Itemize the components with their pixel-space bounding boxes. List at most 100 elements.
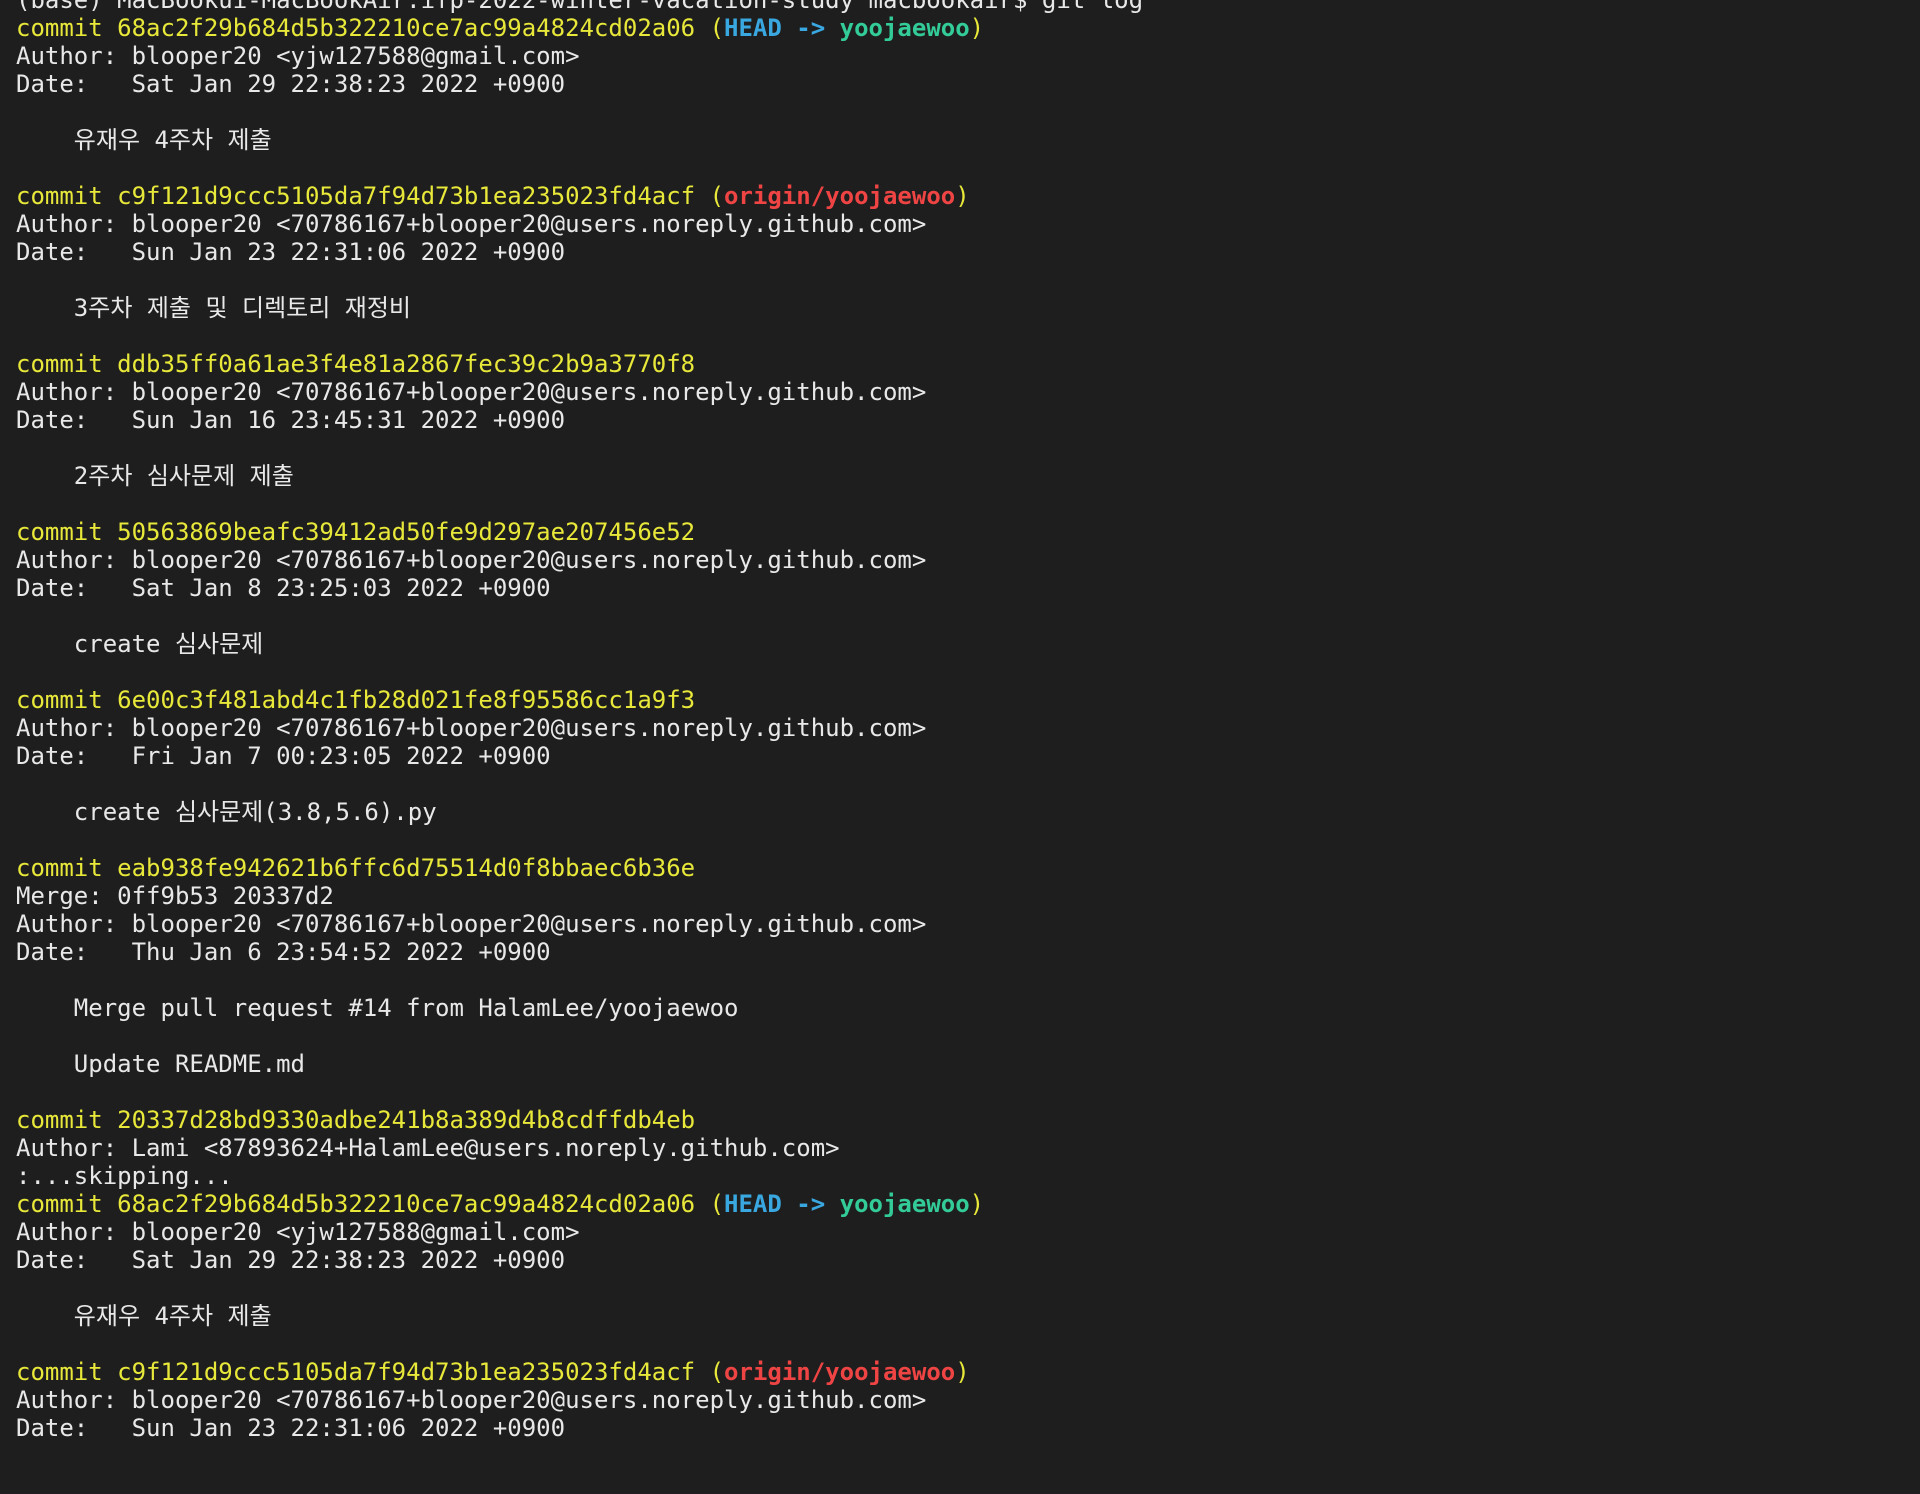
commit-hash: commit 20337d28bd9330adbe241b8a389d4b8cd…: [16, 1106, 696, 1134]
commit-line: commit c9f121d9ccc5105da7f94d73b1ea23502…: [16, 1358, 1912, 1386]
terminal-line: 유재우 4주차 제출: [16, 126, 1912, 154]
terminal-line: 3주차 제출 및 디렉토리 재정비: [16, 294, 1912, 322]
ref-open-paren: (: [695, 182, 725, 210]
line-text: Author: blooper20 <yjw127588@gmail.com>: [16, 42, 580, 70]
terminal-line: :...skipping...: [16, 1162, 1912, 1190]
head-ref: HEAD: [724, 1190, 782, 1218]
line-text: create 심사문제: [16, 630, 264, 658]
head-ref: HEAD: [724, 14, 782, 42]
terminal-line: 유재우 4주차 제출: [16, 1302, 1912, 1330]
line-text: Author: blooper20 <70786167+blooper20@us…: [16, 378, 927, 406]
commit-hash: commit 68ac2f29b684d5b322210ce7ac99a4824…: [16, 14, 696, 42]
terminal-line: Date: Sun Jan 23 22:31:06 2022 +0900: [16, 238, 1912, 266]
line-text: Author: blooper20 <70786167+blooper20@us…: [16, 714, 927, 742]
line-text: Author: blooper20 <70786167+blooper20@us…: [16, 910, 927, 938]
line-text: (base) MacBookui-MacBookAir:ifp-2022-win…: [16, 0, 1144, 14]
terminal-line: Date: Sat Jan 8 23:25:03 2022 +0900: [16, 574, 1912, 602]
terminal-line: 2주차 심사문제 제출: [16, 462, 1912, 490]
line-text: Merge: 0ff9b53 20337d2: [16, 882, 334, 910]
terminal-line: Author: blooper20 <yjw127588@gmail.com>: [16, 1218, 1912, 1246]
commit-hash: commit 68ac2f29b684d5b322210ce7ac99a4824…: [16, 1190, 696, 1218]
line-text: Date: Sun Jan 23 22:31:06 2022 +0900: [16, 238, 566, 266]
local-branch-ref: yoojaewoo: [839, 14, 970, 42]
remote-branch-ref: origin/yoojaewoo: [724, 182, 956, 210]
line-text: Date: Sat Jan 8 23:25:03 2022 +0900: [16, 574, 551, 602]
commit-line: commit eab938fe942621b6ffc6d75514d0f8bba…: [16, 854, 1912, 882]
commit-line: commit ddb35ff0a61ae3f4e81a2867fec39c2b9…: [16, 350, 1912, 378]
ref-open-paren: (: [695, 1358, 725, 1386]
terminal-line: Author: blooper20 <70786167+blooper20@us…: [16, 714, 1912, 742]
terminal-line: Author: blooper20 <70786167+blooper20@us…: [16, 1386, 1912, 1414]
ref-arrow: ->: [781, 1190, 840, 1218]
line-text: 2주차 심사문제 제출: [16, 462, 294, 490]
line-text: Date: Thu Jan 6 23:54:52 2022 +0900: [16, 938, 551, 966]
line-text: 3주차 제출 및 디렉토리 재정비: [16, 294, 412, 322]
terminal-line: Author: blooper20 <70786167+blooper20@us…: [16, 546, 1912, 574]
commit-line: commit 50563869beafc39412ad50fe9d297ae20…: [16, 518, 1912, 546]
terminal-line: create 심사문제: [16, 630, 1912, 658]
line-text: Merge pull request #14 from HalamLee/yoo…: [16, 994, 739, 1022]
commit-line: commit c9f121d9ccc5105da7f94d73b1ea23502…: [16, 182, 1912, 210]
line-text: Author: blooper20 <yjw127588@gmail.com>: [16, 1218, 580, 1246]
terminal-line: Date: Fri Jan 7 00:23:05 2022 +0900: [16, 742, 1912, 770]
commit-hash: commit 50563869beafc39412ad50fe9d297ae20…: [16, 518, 696, 546]
commit-line: commit 68ac2f29b684d5b322210ce7ac99a4824…: [16, 14, 1912, 42]
commit-hash: commit 6e00c3f481abd4c1fb28d021fe8f95586…: [16, 686, 696, 714]
terminal-line: Author: blooper20 <70786167+blooper20@us…: [16, 378, 1912, 406]
terminal-line: Author: blooper20 <yjw127588@gmail.com>: [16, 42, 1912, 70]
terminal-line: Author: blooper20 <70786167+blooper20@us…: [16, 910, 1912, 938]
terminal-line: Merge: 0ff9b53 20337d2: [16, 882, 1912, 910]
commit-line: commit 6e00c3f481abd4c1fb28d021fe8f95586…: [16, 686, 1912, 714]
ref-open-paren: (: [695, 1190, 725, 1218]
terminal-line: Update README.md: [16, 1050, 1912, 1078]
line-text: Author: blooper20 <70786167+blooper20@us…: [16, 210, 927, 238]
terminal-line: Author: blooper20 <70786167+blooper20@us…: [16, 210, 1912, 238]
terminal-line: create 심사문제(3.8,5.6).py: [16, 798, 1912, 826]
terminal-output[interactable]: (base) MacBookui-MacBookAir:ifp-2022-win…: [16, 0, 1912, 1442]
local-branch-ref: yoojaewoo: [839, 1190, 970, 1218]
line-text: Date: Sun Jan 16 23:45:31 2022 +0900: [16, 406, 566, 434]
line-text: 유재우 4주차 제출: [16, 1302, 272, 1330]
commit-line: commit 68ac2f29b684d5b322210ce7ac99a4824…: [16, 1190, 1912, 1218]
ref-close-paren: ): [969, 14, 985, 42]
terminal-line: Date: Sun Jan 23 22:31:06 2022 +0900: [16, 1414, 1912, 1442]
ref-close-paren: ): [955, 182, 970, 210]
line-text: create 심사문제(3.8,5.6).py: [16, 798, 437, 826]
line-text: Update README.md: [16, 1050, 305, 1078]
commit-hash: commit c9f121d9ccc5105da7f94d73b1ea23502…: [16, 1358, 696, 1386]
ref-open-paren: (: [695, 14, 725, 42]
commit-hash: commit c9f121d9ccc5105da7f94d73b1ea23502…: [16, 182, 696, 210]
line-text: Author: Lami <87893624+HalamLee@users.no…: [16, 1134, 840, 1162]
line-text: Date: Sat Jan 29 22:38:23 2022 +0900: [16, 1246, 566, 1274]
terminal-line: Date: Sat Jan 29 22:38:23 2022 +0900: [16, 70, 1912, 98]
line-text: Date: Sun Jan 23 22:31:06 2022 +0900: [16, 1414, 566, 1442]
commit-line: commit 20337d28bd9330adbe241b8a389d4b8cd…: [16, 1106, 1912, 1134]
line-text: Author: blooper20 <70786167+blooper20@us…: [16, 546, 927, 574]
line-text: Author: blooper20 <70786167+blooper20@us…: [16, 1386, 927, 1414]
line-text: Date: Sat Jan 29 22:38:23 2022 +0900: [16, 70, 566, 98]
commit-hash: commit eab938fe942621b6ffc6d75514d0f8bba…: [16, 854, 696, 882]
line-text: :...skipping...: [16, 1162, 233, 1190]
terminal-line: Date: Sun Jan 16 23:45:31 2022 +0900: [16, 406, 1912, 434]
terminal-line: Merge pull request #14 from HalamLee/yoo…: [16, 994, 1912, 1022]
line-text: Date: Fri Jan 7 00:23:05 2022 +0900: [16, 742, 551, 770]
remote-branch-ref: origin/yoojaewoo: [724, 1358, 956, 1386]
ref-close-paren: ): [969, 1190, 985, 1218]
terminal-line: Author: Lami <87893624+HalamLee@users.no…: [16, 1134, 1912, 1162]
commit-hash: commit ddb35ff0a61ae3f4e81a2867fec39c2b9…: [16, 350, 696, 378]
